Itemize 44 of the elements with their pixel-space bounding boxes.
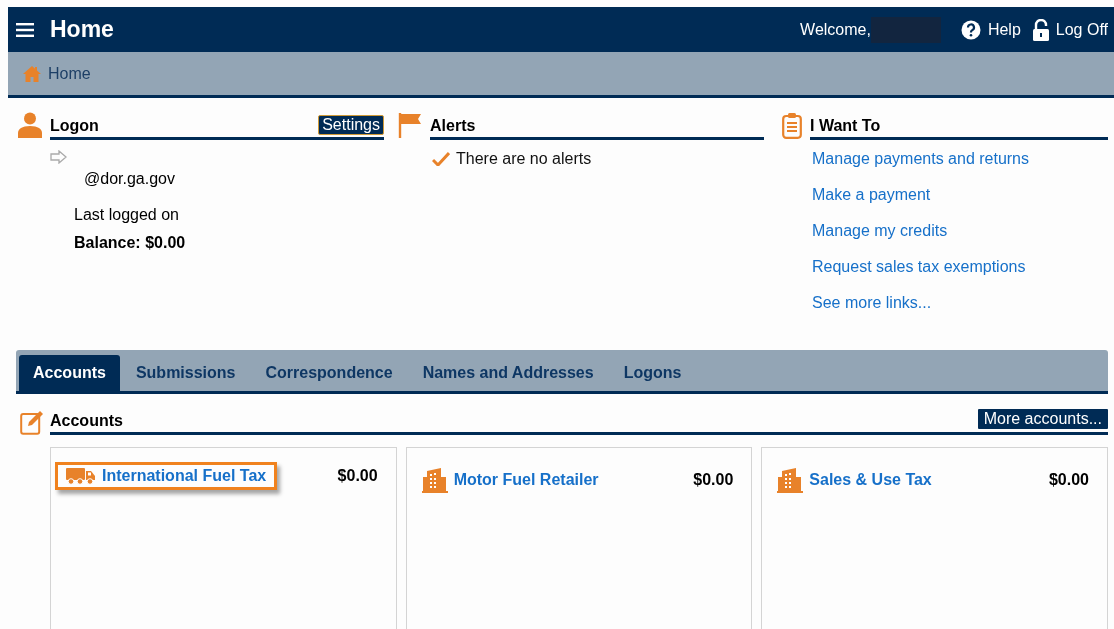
quick-link[interactable]: See more links... (812, 294, 932, 312)
help-icon (960, 19, 981, 40)
account-amount: $0.00 (337, 467, 379, 485)
person-icon (18, 112, 42, 138)
tab[interactable]: Accounts (19, 355, 120, 391)
quick-link[interactable]: Manage payments and returns (812, 150, 1029, 168)
quick-link[interactable]: Manage my credits (812, 222, 948, 240)
arrow-right-icon (50, 150, 68, 164)
tab[interactable]: Correspondence (251, 355, 407, 391)
menu-icon[interactable] (16, 22, 34, 37)
page-title: Home (50, 16, 114, 43)
email-text: @dor.ga.gov (84, 170, 176, 188)
account-amount: $0.00 (693, 471, 735, 489)
settings-button[interactable]: Settings (318, 115, 384, 135)
account-link[interactable]: Motor Fuel Retailer (410, 462, 610, 498)
account-link[interactable]: International Fuel Tax (55, 462, 278, 490)
tab[interactable]: Logons (609, 355, 696, 391)
log-off-link[interactable]: Log Off (1032, 18, 1108, 41)
account-link[interactable]: Sales & Use Tax (766, 462, 943, 498)
panel-title: Alerts (430, 117, 476, 136)
alert-message: There are no alerts (456, 150, 592, 168)
quick-link[interactable]: Make a payment (812, 186, 931, 204)
panel-title: Logon (50, 117, 99, 136)
padlock-icon (1032, 18, 1049, 41)
home-icon (22, 64, 42, 83)
more-accounts-button[interactable]: More accounts... (977, 409, 1108, 429)
building-icon (421, 467, 448, 493)
balance-text: Balance: $0.00 (74, 234, 187, 252)
edit-icon (20, 409, 44, 435)
check-icon (432, 152, 450, 166)
help-link[interactable]: Help (960, 19, 1021, 40)
panel-title: I Want To (810, 117, 881, 136)
home-breadcrumb[interactable]: Home (22, 64, 91, 83)
section-title: Accounts (50, 412, 123, 431)
last-logged-text: Last logged on (74, 206, 180, 224)
welcome-text: Welcome, (800, 20, 871, 39)
truck-icon (66, 467, 96, 485)
building-icon (777, 467, 804, 493)
quick-link[interactable]: Request sales tax exemptions (812, 258, 1026, 276)
tab[interactable]: Names and Addresses (408, 355, 608, 391)
clipboard-icon (782, 112, 802, 139)
account-amount: $0.00 (1048, 471, 1090, 489)
tab[interactable]: Submissions (121, 355, 250, 391)
flag-icon (398, 112, 422, 138)
